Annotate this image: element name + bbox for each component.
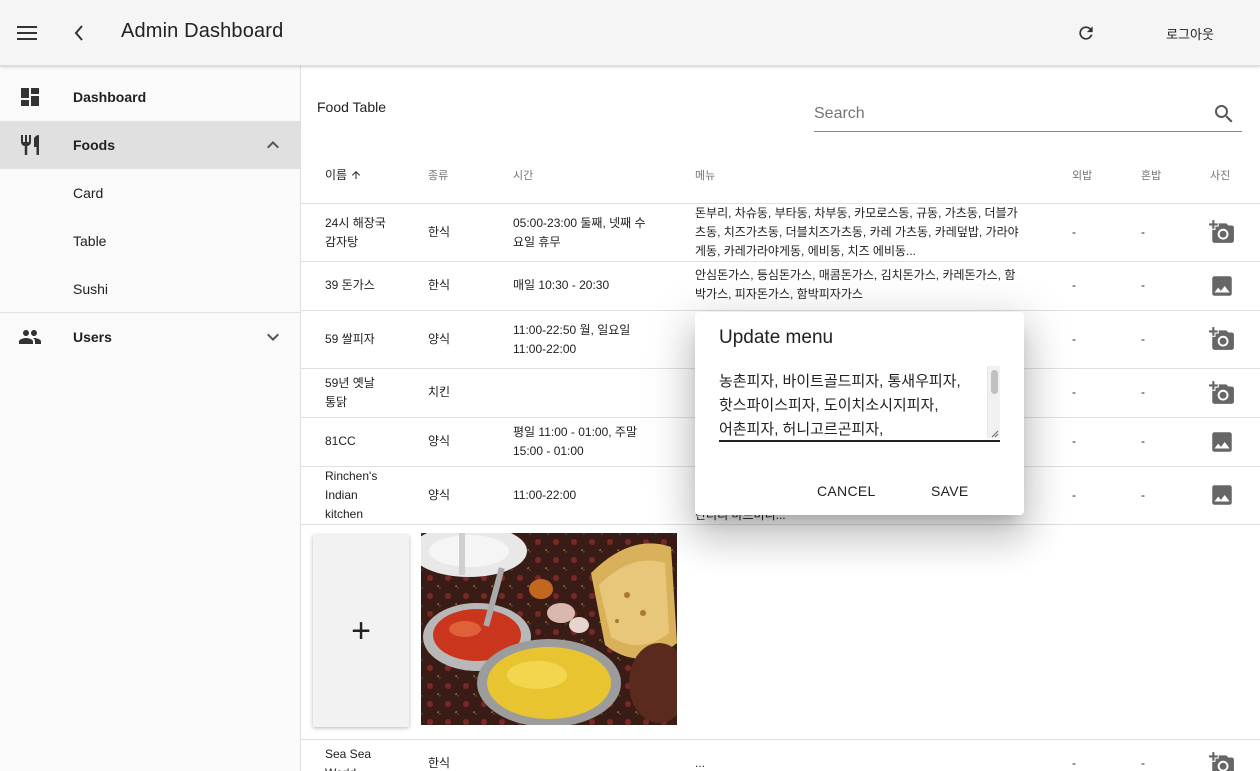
logout-button[interactable]: 로그아웃 [1150,18,1230,48]
cell-type: 치킨 [428,385,451,399]
cell-name: 24시 해장국 감자탕 [325,216,386,249]
column-header-menu[interactable]: 메뉴 [695,167,715,183]
image-icon[interactable] [1209,482,1235,508]
cell-name: 39 돈가스 [325,278,375,292]
menu-textarea-value[interactable]: 농촌피자, 바이트골드피자, 통새우피자, 핫스파이스피자, 도이치소시지피자,… [719,370,985,440]
sidebar: Dashboard Foods Card Table Sushi Users [0,66,301,771]
cell-col5: - [1072,278,1076,292]
cell-type: 한식 [428,225,451,239]
table-row[interactable]: 24시 해장국 감자탕 한식 05:00-23:00 둘째, 넷째 수요일 휴무… [301,204,1260,262]
cell-col5: - [1072,434,1076,448]
column-header-col6[interactable]: 혼밥 [1141,167,1161,183]
sidebar-item-label: Table [73,233,107,249]
image-icon[interactable] [1209,429,1235,455]
cell-time: 평일 11:00 - 01:00, 주말 15:00 - 01:00 [513,425,637,458]
restaurant-icon [21,135,39,155]
cell-time: 11:00-22:00 [513,488,577,502]
update-menu-dialog: Update menu 농촌피자, 바이트골드피자, 통새우피자, 핫스파이스피… [695,312,1024,515]
sidebar-item-card[interactable]: Card [0,169,300,217]
cell-col6: - [1141,434,1145,448]
sidebar-item-dashboard[interactable]: Dashboard [0,73,300,121]
food-photo[interactable] [421,533,677,725]
dialog-title: Update menu [719,327,834,348]
sidebar-item-foods[interactable]: Foods [0,121,300,169]
scrollbar-thumb[interactable] [991,370,998,394]
image-icon[interactable] [1209,273,1235,299]
sidebar-item-label: Users [73,329,112,345]
cell-name: 81CC [325,434,356,448]
cell-type: 양식 [428,434,451,448]
refresh-icon[interactable] [1069,16,1103,50]
sidebar-item-sushi[interactable]: Sushi [0,265,300,313]
cell-type: 한식 [428,278,451,292]
add-photo-icon[interactable] [1209,219,1235,245]
people-icon [19,330,41,344]
cell-type: 양식 [428,488,451,502]
cell-col5: - [1072,488,1076,502]
cell-col6: - [1141,225,1145,239]
cell-col6: - [1141,332,1145,346]
cell-name: 59 쌀피자 [325,332,375,346]
cell-col5: - [1072,225,1076,239]
table-row[interactable]: 39 돈가스 한식 매일 10:30 - 20:30 안심돈가스, 등심돈가스,… [301,262,1260,311]
column-header-name[interactable]: 이름 [325,166,362,183]
add-photo-button[interactable]: + [313,535,409,727]
dashboard-icon [21,88,39,106]
search-field [814,96,1242,132]
cell-col5: - [1072,385,1076,399]
cell-col6: - [1141,488,1145,502]
menu-icon[interactable] [10,16,44,50]
column-header-time[interactable]: 시간 [513,167,533,183]
app-bar: Admin Dashboard 로그아웃 [0,0,1260,66]
sidebar-item-table[interactable]: Table [0,217,300,265]
add-label: + [351,611,371,650]
column-header-label: 이름 [325,168,348,182]
table-row[interactable]: Sea Sea World 한식 ... - - [301,740,1260,771]
cell-time: 05:00-23:00 둘째, 넷째 수요일 휴무 [513,216,646,249]
cell-col6: - [1141,278,1145,292]
column-header-col5[interactable]: 외밥 [1072,167,1092,183]
cell-time: 11:00-22:50 월, 일요일 11:00-22:00 [513,323,631,356]
add-photo-icon[interactable] [1209,380,1235,406]
search-icon[interactable] [1212,102,1236,126]
cancel-button[interactable]: CANCEL [809,479,884,503]
cell-name: Rinchen's Indian kitchen [325,469,378,521]
cell-name: 59년 옛날 통닭 [325,376,375,409]
table-header: 이름 종류 시간 메뉴 외밥 혼밥 사진 [301,146,1260,204]
cell-col5: - [1072,332,1076,346]
column-header-type[interactable]: 종류 [428,167,448,183]
back-icon[interactable] [62,16,96,50]
cell-menu: 돈부리, 차슈동, 부타동, 차부동, 카모로스동, 규동, 가츠동, 더블가츠… [695,206,1019,258]
sidebar-item-label: Foods [73,137,115,153]
page-title: Admin Dashboard [121,20,284,42]
cell-col5: - [1072,756,1076,770]
cell-type: 양식 [428,332,451,346]
table-title: Food Table [317,99,387,115]
cell-type: 한식 [428,756,451,770]
sidebar-item-label: Dashboard [73,89,147,105]
save-button[interactable]: SAVE [923,479,977,503]
sidebar-item-label: Sushi [73,281,109,297]
sidebar-item-label: Card [73,185,104,201]
chevron-down-icon [267,333,279,341]
photo-panel: + [301,525,1260,740]
search-input[interactable] [814,102,1204,126]
menu-textarea[interactable]: 농촌피자, 바이트골드피자, 통새우피자, 핫스파이스피자, 도이치소시지피자,… [719,366,1000,442]
chevron-up-icon [267,141,279,149]
resize-handle-icon[interactable] [989,428,999,438]
cell-col6: - [1141,385,1145,399]
cell-time: 매일 10:30 - 20:30 [513,278,610,292]
cell-name: Sea Sea World [325,747,372,771]
food-photo-image [421,533,677,725]
cell-col6: - [1141,756,1145,770]
add-photo-icon[interactable] [1209,326,1235,352]
add-photo-icon[interactable] [1209,751,1235,771]
cell-menu: ... [695,756,706,770]
arrow-up-icon [352,170,361,179]
column-header-photo[interactable]: 사진 [1210,167,1230,183]
cell-menu: 안심돈가스, 등심돈가스, 매콤돈가스, 김치돈가스, 카레돈가스, 함박가스,… [695,268,1016,301]
sidebar-item-users[interactable]: Users [0,313,300,361]
